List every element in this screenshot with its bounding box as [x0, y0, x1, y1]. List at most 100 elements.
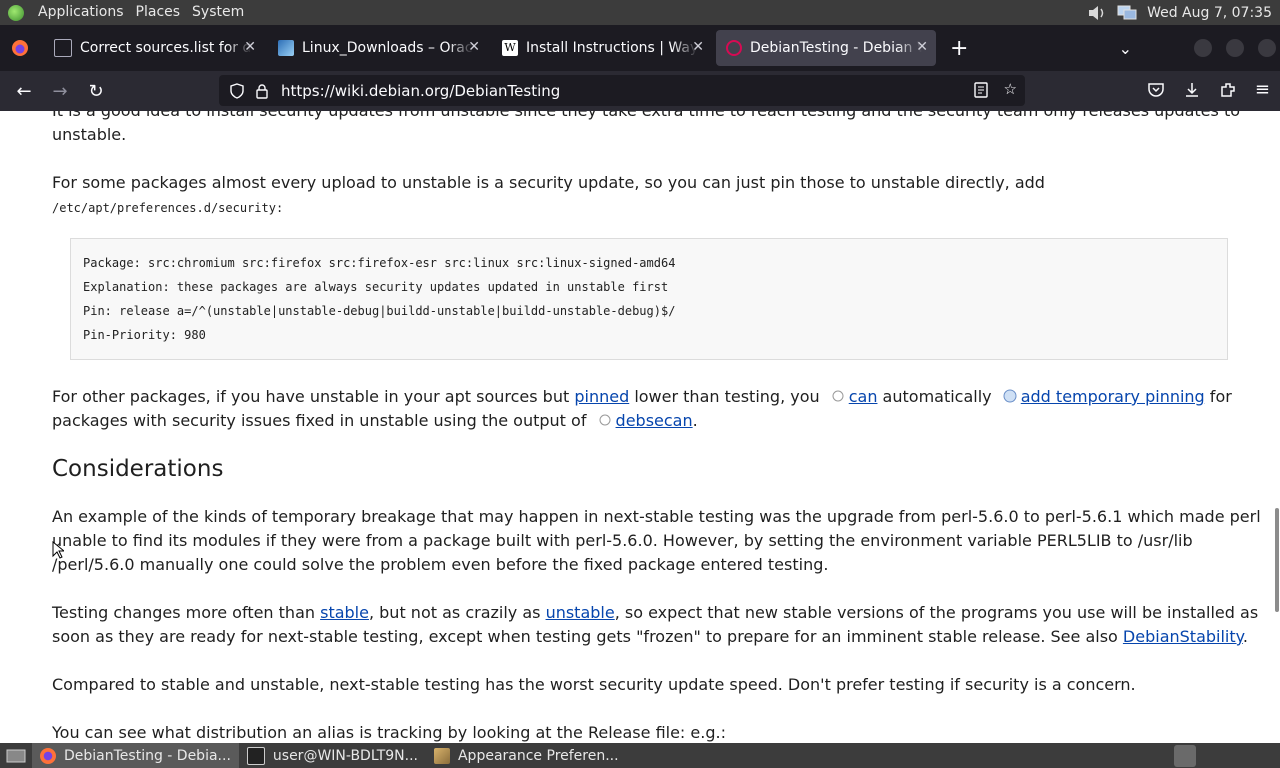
text: packages with security issues fixed in u…	[52, 411, 592, 430]
workspace-firefox-icon[interactable]	[1174, 745, 1196, 767]
terminal-icon	[246, 746, 265, 765]
minimize-window-button[interactable]	[1194, 39, 1212, 57]
link-stable[interactable]: stable	[320, 603, 369, 622]
pocket-icon[interactable]	[1147, 81, 1165, 99]
lock-icon[interactable]	[255, 83, 269, 99]
close-window-button[interactable]	[1258, 39, 1276, 57]
maximize-window-button[interactable]	[1226, 39, 1244, 57]
text: .	[692, 411, 698, 430]
link-debian-stability[interactable]: DebianStability	[1123, 627, 1243, 646]
paragraph-example: An example of the kinds of temporary bre…	[52, 507, 1261, 574]
text: , but not as crazily as	[368, 603, 546, 622]
applications-menu[interactable]: Applications	[32, 0, 130, 25]
paragraph-compared: Compared to stable and unstable, next-st…	[52, 675, 1136, 694]
code-line: Explanation: these packages are always s…	[83, 280, 669, 294]
link-can[interactable]: can	[849, 387, 878, 406]
tab-correct-sources-list[interactable]: Correct sources.list for de ✕	[44, 30, 264, 66]
text: For some packages almost every upload to…	[52, 173, 1045, 192]
taskbar-item-label: DebianTesting - Debia...	[64, 747, 231, 764]
url-text[interactable]: https://wiki.debian.org/DebianTesting	[281, 82, 560, 100]
tab-title: Linux_Downloads – Oracle	[302, 40, 474, 56]
reload-icon[interactable]: ↻	[78, 81, 114, 102]
downloads-icon[interactable]	[1183, 81, 1201, 99]
page-scrollbar[interactable]	[1275, 508, 1279, 612]
close-tab-icon[interactable]: ✕	[468, 39, 480, 55]
back-arrow-icon[interactable]: ←	[6, 81, 42, 102]
taskbar-item-appearance[interactable]: Appearance Preferen...	[426, 743, 627, 768]
link-unstable[interactable]: unstable	[546, 603, 615, 622]
heading-considerations: Considerations	[52, 456, 224, 482]
text: lower than testing, you	[629, 387, 825, 406]
extensions-icon[interactable]	[1219, 81, 1237, 99]
volume-icon[interactable]	[1087, 5, 1107, 21]
code-block-preferences: Package: src:chromium src:firefox src:fi…	[70, 238, 1228, 360]
external-link-icon	[599, 414, 611, 426]
system-tray: Wed Aug 7, 07:35	[1087, 5, 1280, 21]
tab-debian-testing[interactable]: DebianTesting - Debian W ✕	[716, 30, 936, 66]
paragraph-testing-changes: Testing changes more often than stable, …	[52, 601, 1262, 649]
toolbar-right-icons: ≡	[1147, 81, 1270, 99]
paragraph-intro: It is a good idea to install security up…	[52, 111, 1262, 147]
tab-title: Install Instructions | Wayd	[526, 40, 698, 56]
bookmark-star-icon[interactable]: ☆	[1004, 80, 1017, 98]
paragraph-other-packages: For other packages, if you have unstable…	[52, 385, 1262, 433]
firefox-view-button[interactable]	[0, 39, 40, 57]
text: It is a good idea to install security up…	[52, 111, 1240, 120]
preferences-path: /etc/apt/preferences.d/security:	[52, 201, 284, 215]
address-bar[interactable]: https://wiki.debian.org/DebianTesting ☆	[219, 75, 1025, 106]
code-line: Pin-Priority: 980	[83, 328, 206, 342]
tab-install-instructions[interactable]: W Install Instructions | Wayd ✕	[492, 30, 712, 66]
code-line: Pin: release a=/^(unstable|unstable-debu…	[83, 304, 676, 318]
tab-title: Correct sources.list for de	[80, 40, 252, 56]
page-content: It is a good idea to install security up…	[0, 111, 1280, 743]
tab-strip: Correct sources.list for de ✕ Linux_Down…	[0, 25, 1280, 71]
desktop-icon	[6, 749, 26, 762]
external-link-icon	[832, 390, 844, 402]
navigation-toolbar: ← → ↻ https://wiki.debian.org/DebianTest…	[0, 71, 1280, 111]
close-tab-icon[interactable]: ✕	[916, 39, 928, 55]
generic-icon	[54, 39, 72, 57]
paragraph-pin: For some packages almost every upload to…	[52, 171, 1262, 220]
virtualbox-icon	[278, 40, 294, 56]
taskbar-item-firefox[interactable]: DebianTesting - Debia...	[32, 743, 239, 768]
text: .	[1242, 627, 1248, 646]
system-top-panel: Applications Places System Wed Aug 7, 07…	[0, 0, 1280, 25]
tracking-protection-shield-icon[interactable]	[229, 82, 245, 99]
wikipedia-icon: W	[502, 40, 518, 56]
taskbar-item-label: Appearance Preferen...	[457, 747, 619, 764]
mouse-cursor-icon	[52, 541, 64, 559]
debian-icon	[726, 40, 742, 56]
network-icon[interactable]	[1117, 5, 1137, 21]
firefox-icon	[12, 40, 28, 56]
new-tab-button[interactable]: +	[950, 36, 968, 61]
link-pinned[interactable]: pinned	[574, 387, 629, 406]
forward-arrow-icon[interactable]: →	[42, 81, 78, 102]
link-add-temporary-pinning[interactable]: add temporary pinning	[1021, 387, 1205, 406]
external-link-icon	[1003, 389, 1017, 403]
tab-linux-downloads[interactable]: Linux_Downloads – Oracle ✕	[268, 30, 488, 66]
bottom-taskbar: DebianTesting - Debia... user@WIN-BDLT9N…	[0, 743, 1280, 768]
system-menu[interactable]: System	[186, 0, 250, 25]
list-all-tabs-chevron-down-icon[interactable]: ⌄	[1119, 39, 1132, 58]
taskbar-item-terminal[interactable]: user@WIN-BDLT9N...	[239, 743, 426, 768]
hamburger-menu-icon[interactable]: ≡	[1255, 81, 1270, 99]
paragraph-alias: You can see what distribution an alias i…	[52, 723, 726, 742]
link-debsecan[interactable]: debsecan	[616, 411, 693, 430]
reader-view-icon[interactable]	[973, 81, 989, 99]
firefox-icon	[40, 747, 56, 764]
tab-title: DebianTesting - Debian W	[750, 40, 922, 56]
close-tab-icon[interactable]: ✕	[692, 39, 704, 55]
text: unstable.	[52, 125, 127, 144]
places-menu[interactable]: Places	[130, 0, 187, 25]
appearance-icon	[433, 747, 450, 764]
clock[interactable]: Wed Aug 7, 07:35	[1147, 5, 1272, 21]
text: automatically	[877, 387, 997, 406]
show-desktop-button[interactable]	[0, 743, 32, 768]
close-tab-icon[interactable]: ✕	[244, 39, 256, 55]
distro-logo-icon[interactable]	[8, 4, 24, 21]
text: Testing changes more often than	[52, 603, 321, 622]
taskbar-item-label: user@WIN-BDLT9N...	[272, 747, 418, 764]
text: For other packages, if you have unstable…	[52, 387, 575, 406]
text: for	[1204, 387, 1232, 406]
code-line: Package: src:chromium src:firefox src:fi…	[83, 256, 676, 270]
